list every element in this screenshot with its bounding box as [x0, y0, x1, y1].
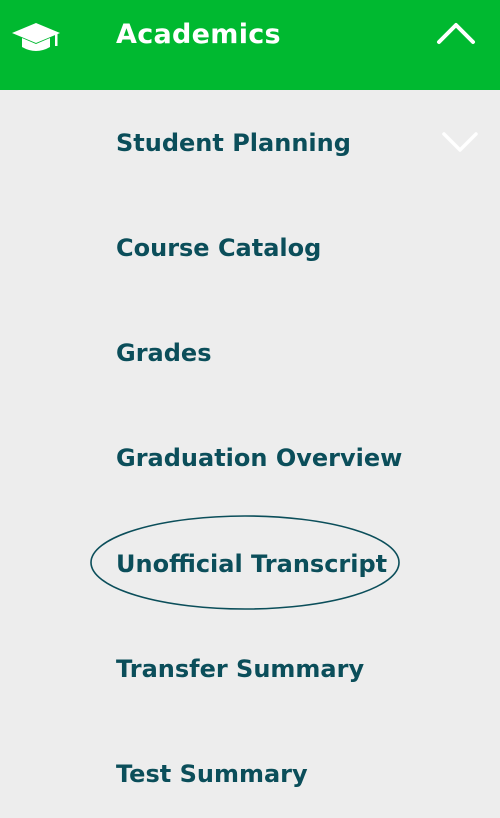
- academics-title: Academics: [116, 19, 281, 50]
- menu-item-test-summary[interactable]: Test Summary: [0, 721, 500, 818]
- menu-item-transfer-summary[interactable]: Transfer Summary: [0, 616, 500, 721]
- menu-item-course-catalog[interactable]: Course Catalog: [0, 195, 500, 300]
- menu-item-label: Graduation Overview: [116, 444, 403, 472]
- menu-item-label: Student Planning: [116, 129, 351, 157]
- menu-item-label: Grades: [116, 339, 212, 367]
- menu-item-student-planning[interactable]: Student Planning: [0, 90, 500, 195]
- menu-item-unofficial-transcript[interactable]: Unofficial Transcript: [0, 511, 500, 616]
- menu-item-label: Unofficial Transcript: [116, 550, 388, 578]
- academics-menu: Academics Student Planning Course Catalo…: [0, 0, 500, 818]
- menu-item-label: Test Summary: [116, 760, 308, 788]
- menu-item-grades[interactable]: Grades: [0, 300, 500, 405]
- menu-item-graduation-overview[interactable]: Graduation Overview: [0, 405, 500, 510]
- graduation-cap-icon: [12, 23, 60, 51]
- chevron-down-icon[interactable]: [441, 130, 479, 154]
- academics-header[interactable]: Academics: [0, 0, 500, 90]
- chevron-up-icon[interactable]: [436, 20, 476, 46]
- menu-item-label: Course Catalog: [116, 234, 322, 262]
- menu-item-label: Transfer Summary: [116, 655, 365, 683]
